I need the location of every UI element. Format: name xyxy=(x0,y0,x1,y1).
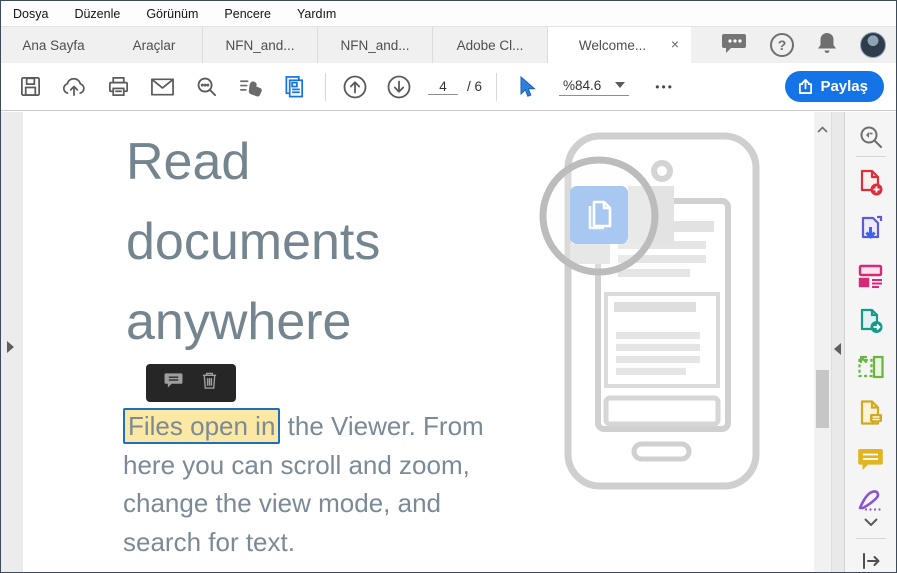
acrobat-window: Dosya Düzenle Görünüm Pencere Yardım Ana… xyxy=(0,0,897,573)
content-area: Read documents anywhere Files open in th… xyxy=(1,112,896,572)
print-icon[interactable] xyxy=(101,70,135,104)
more-tools-chevron-icon[interactable] xyxy=(856,514,886,530)
notifications-bell-icon[interactable] xyxy=(816,31,838,60)
main-toolbar: / 6 %84.6 ••• Paylaş xyxy=(1,63,896,111)
zoom-level-value: %84.6 xyxy=(563,77,602,93)
phone-illustration xyxy=(539,132,760,490)
document-paragraph: Files open in the Viewer. From here you … xyxy=(123,407,503,561)
comment-icon[interactable] xyxy=(164,372,183,394)
menu-yardim[interactable]: Yardım xyxy=(297,7,336,21)
vertical-scrollbar[interactable] xyxy=(814,112,831,572)
collapse-tools-pane-handle[interactable] xyxy=(833,342,842,361)
tab-welcome-active[interactable]: Welcome... × xyxy=(547,27,691,63)
more-options-icon[interactable]: ••• xyxy=(655,80,674,94)
chevron-down-icon xyxy=(615,82,626,88)
sidebar-separator xyxy=(856,156,886,157)
page-number-input[interactable] xyxy=(428,78,458,95)
email-icon[interactable] xyxy=(145,70,179,104)
export-pdf-icon[interactable] xyxy=(856,214,886,244)
open-pane-icon[interactable] xyxy=(856,546,886,572)
menu-duzenle[interactable]: Düzenle xyxy=(74,7,120,21)
next-page-icon[interactable] xyxy=(382,70,416,104)
zoom-level-control[interactable]: %84.6 xyxy=(559,77,630,96)
feedback-bubble-icon[interactable] xyxy=(722,32,748,59)
menu-bar: Dosya Düzenle Görünüm Pencere Yardım xyxy=(1,1,896,27)
navigation-pane-strip xyxy=(1,112,23,572)
touch-swipe-icon[interactable] xyxy=(233,70,267,104)
page-total-label: / 6 xyxy=(467,79,483,94)
fill-sign-icon[interactable] xyxy=(856,486,886,516)
pdf-page: Read documents anywhere Files open in th… xyxy=(23,112,814,572)
document-heading: Read documents anywhere xyxy=(126,133,381,351)
tab-bar: Ana Sayfa Araçlar NFN_and... NFN_and... … xyxy=(1,27,896,63)
tab-ana-sayfa[interactable]: Ana Sayfa xyxy=(1,27,106,63)
scrollbar-thumb[interactable] xyxy=(816,370,829,428)
tabbar-right-icons: ? xyxy=(722,27,886,63)
tools-sidebar xyxy=(844,112,896,572)
previous-page-icon[interactable] xyxy=(338,70,372,104)
menu-dosya[interactable]: Dosya xyxy=(13,7,48,21)
create-pdf-icon[interactable] xyxy=(856,168,886,198)
tab-document-3[interactable]: Adobe Cl... xyxy=(432,27,547,63)
help-icon[interactable]: ? xyxy=(770,33,794,57)
page-number-box: / 6 xyxy=(428,78,483,95)
scan-ocr-icon[interactable] xyxy=(856,352,886,382)
tab-document-1[interactable]: NFN_and... xyxy=(202,27,317,63)
search-icon[interactable] xyxy=(189,70,223,104)
sidebar-separator xyxy=(856,538,886,539)
cloud-upload-icon[interactable] xyxy=(57,70,91,104)
select-cursor-icon[interactable] xyxy=(509,70,543,104)
menu-gorunum[interactable]: Görünüm xyxy=(146,7,198,21)
save-icon[interactable] xyxy=(13,70,47,104)
toolbar-separator xyxy=(325,72,326,101)
scroll-up-icon[interactable] xyxy=(817,120,828,138)
edit-pdf-icon[interactable] xyxy=(856,260,886,290)
tab-araclar[interactable]: Araçlar xyxy=(106,27,202,63)
page-copy-icon[interactable] xyxy=(277,70,311,104)
comment-tool-icon[interactable] xyxy=(856,444,886,474)
highlighted-text[interactable]: Files open in xyxy=(123,408,281,444)
close-tab-icon[interactable]: × xyxy=(671,36,679,52)
toolbar-separator xyxy=(496,72,498,101)
tools-pane-strip xyxy=(831,112,844,572)
annotation-popup xyxy=(146,364,236,402)
search-tools-icon[interactable] xyxy=(856,122,886,152)
send-pdf-icon[interactable] xyxy=(856,306,886,336)
tab-document-2[interactable]: NFN_and... xyxy=(317,27,432,63)
delete-annotation-icon[interactable] xyxy=(201,371,218,395)
page-comment-icon[interactable] xyxy=(856,398,886,428)
menu-pencere[interactable]: Pencere xyxy=(224,7,271,21)
share-button-label: Paylaş xyxy=(820,78,868,95)
share-button[interactable]: Paylaş xyxy=(785,71,884,102)
open-navigation-pane-handle[interactable] xyxy=(6,340,15,359)
share-icon xyxy=(799,79,813,94)
user-avatar[interactable] xyxy=(860,32,886,58)
